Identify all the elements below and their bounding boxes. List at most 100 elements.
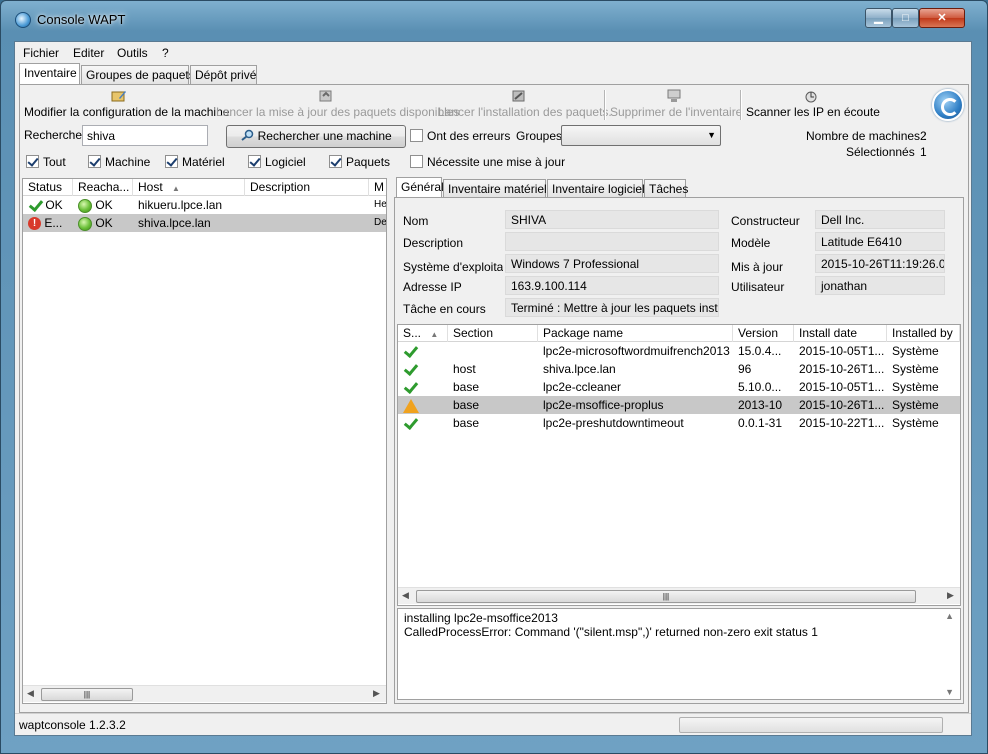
- delete-inventory-label: Supprimer de l'inventaire: [610, 105, 743, 119]
- col-package-name[interactable]: Package name: [538, 325, 733, 342]
- col-m[interactable]: M: [369, 179, 386, 196]
- search-input[interactable]: [82, 125, 208, 146]
- package-date-cell: 2015-10-22T1...: [799, 416, 885, 430]
- menu-outils[interactable]: Outils: [117, 46, 148, 60]
- filter-logiciel-label: Logiciel: [265, 155, 306, 169]
- package-installed-by-cell: Système: [892, 362, 939, 376]
- task-label: Tâche en cours: [403, 302, 486, 316]
- package-status-cell: [398, 342, 448, 360]
- filter-tout-label: Tout: [43, 155, 66, 169]
- has-errors-box: [410, 129, 423, 142]
- search-machine-button[interactable]: Rechercher une machine: [226, 125, 406, 148]
- package-section-cell: base: [453, 380, 480, 394]
- scroll-up-icon[interactable]: ▲: [945, 611, 954, 621]
- groups-dropdown[interactable]: ▼: [561, 125, 721, 146]
- scrollbar-thumb[interactable]: |||: [41, 688, 133, 701]
- filter-materiel-box: [165, 155, 178, 168]
- package-row[interactable]: base lpc2e-msoffice-proplus 2013-10 2015…: [398, 396, 960, 414]
- filter-materiel[interactable]: Matériel: [165, 155, 225, 169]
- package-row[interactable]: base lpc2e-preshutdowntimeout 0.0.1-31 2…: [398, 414, 960, 432]
- packages-grid-header: S... ▲ Section Package name Version Inst…: [398, 325, 960, 342]
- scan-ip-button[interactable]: Scanner les IP en écoute: [746, 87, 880, 123]
- tab-inventaire-logiciel[interactable]: Inventaire logiciel: [547, 179, 645, 197]
- scroll-right-icon[interactable]: ▶: [373, 688, 380, 699]
- menu-help[interactable]: ?: [162, 46, 169, 60]
- host-row[interactable]: OK OK hikueru.lpce.lan He: [23, 196, 386, 214]
- client-area: Fichier Editer Outils ? Inventaire Group…: [14, 41, 972, 736]
- os-value: Windows 7 Professional: [505, 254, 719, 273]
- host-description-cell: [245, 214, 369, 232]
- needs-update-label: Nécessite une mise à jour: [427, 155, 566, 169]
- log-output[interactable]: installing lpc2e-msoffice2013 CalledProc…: [397, 608, 961, 700]
- col-description[interactable]: Description: [245, 179, 369, 196]
- scroll-left-icon[interactable]: ◀: [27, 688, 34, 699]
- update-icon: [319, 90, 332, 102]
- green-dot-icon: [78, 198, 92, 213]
- col-status[interactable]: Status: [23, 179, 73, 196]
- package-row[interactable]: lpc2e-microsoftwordmuifrench2013 15.0.4.…: [398, 342, 960, 360]
- update-packages-button[interactable]: Lancer la mise à jour des paquets dispon…: [216, 87, 459, 123]
- needs-update-box: [410, 155, 423, 168]
- filter-tout[interactable]: Tout: [26, 155, 66, 169]
- filter-paquets-label: Paquets: [346, 155, 391, 169]
- tab-inventaire-materiel[interactable]: Inventaire matériel: [443, 179, 547, 197]
- filter-machine[interactable]: Machine: [88, 155, 150, 169]
- col-install-date[interactable]: Install date: [794, 325, 887, 342]
- scroll-left-icon[interactable]: ◀: [402, 590, 409, 601]
- tab-taches[interactable]: Tâches: [644, 179, 688, 197]
- col-reachable[interactable]: Reacha...: [73, 179, 133, 196]
- host-name-cell: shiva.lpce.lan: [138, 216, 211, 230]
- ip-label: Adresse IP: [403, 280, 462, 294]
- col-installed-by[interactable]: Installed by: [887, 325, 960, 342]
- machine-count-value: 2: [920, 129, 927, 143]
- needs-update-checkbox[interactable]: Nécessite une mise à jour: [410, 155, 565, 169]
- updated-label: Mis à jour: [731, 260, 784, 274]
- col-pkg-status[interactable]: S... ▲: [398, 325, 448, 342]
- minimize-button[interactable]: ▁: [865, 8, 892, 28]
- delete-inventory-button[interactable]: Supprimer de l'inventaire: [610, 87, 742, 123]
- packages-grid[interactable]: S... ▲ Section Package name Version Inst…: [397, 324, 961, 606]
- os-label: Système d'exploitati: [403, 260, 503, 274]
- filter-materiel-label: Matériel: [182, 155, 225, 169]
- model-value: Latitude E6410: [815, 232, 945, 251]
- host-row[interactable]: ! E... OK shiva.lpce.lan De: [23, 214, 386, 232]
- hosts-horizontal-scrollbar[interactable]: ◀ ||| ▶: [23, 685, 386, 702]
- sort-asc-icon: ▲: [430, 330, 439, 339]
- tab-inventaire[interactable]: Inventaire: [19, 63, 80, 85]
- model-label: Modèle: [731, 236, 771, 250]
- scroll-right-icon[interactable]: ▶: [947, 590, 954, 601]
- packages-horizontal-scrollbar[interactable]: ◀ ||| ▶: [398, 587, 960, 604]
- version-label: waptconsole 1.2.3.2: [19, 718, 126, 732]
- package-row[interactable]: host shiva.lpce.lan 96 2015-10-26T1... S…: [398, 360, 960, 378]
- tab-groupes-de-paquets[interactable]: Groupes de paquets: [81, 65, 195, 85]
- tab-depot-prive[interactable]: Dépôt privé: [190, 65, 257, 85]
- install-packages-button[interactable]: Lancer l'installation des paquets.: [438, 87, 612, 123]
- filter-logiciel[interactable]: Logiciel: [248, 155, 306, 169]
- scrollbar-thumb[interactable]: |||: [416, 590, 916, 603]
- maximize-button[interactable]: □: [892, 8, 919, 28]
- filter-paquets[interactable]: Paquets: [329, 155, 390, 169]
- modify-config-button[interactable]: Modifier la configuration de la machine: [24, 87, 229, 123]
- package-status-cell: [398, 360, 448, 378]
- has-errors-checkbox[interactable]: Ont des erreurs: [410, 129, 510, 143]
- close-button[interactable]: ✕: [919, 8, 965, 28]
- package-section-cell: host: [453, 362, 476, 376]
- modify-config-label: Modifier la configuration de la machine: [24, 105, 230, 119]
- menu-editer[interactable]: Editer: [73, 46, 104, 60]
- menu-fichier[interactable]: Fichier: [23, 46, 59, 60]
- col-host[interactable]: Host ▲: [133, 179, 245, 196]
- task-value: Terminé : Mettre à jour les paquets inst…: [505, 298, 719, 317]
- edit-config-icon: [111, 91, 126, 102]
- scroll-down-icon[interactable]: ▼: [945, 687, 954, 697]
- selected-count-label: Sélectionnés: [846, 145, 915, 159]
- manufacturer-label: Constructeur: [731, 214, 800, 228]
- host-status-cell: ! E...: [23, 214, 73, 232]
- tab-general[interactable]: Général: [396, 177, 444, 197]
- col-section[interactable]: Section: [448, 325, 538, 342]
- title-bar[interactable]: Console WAPT ▁ □ ✕: [1, 1, 987, 39]
- col-version[interactable]: Version: [733, 325, 794, 342]
- hosts-grid[interactable]: Status Reacha... Host ▲ Description M OK…: [22, 178, 387, 704]
- package-section-cell: [448, 342, 538, 360]
- error-icon: !: [28, 217, 41, 231]
- package-row[interactable]: base lpc2e-ccleaner 5.10.0... 2015-10-05…: [398, 378, 960, 396]
